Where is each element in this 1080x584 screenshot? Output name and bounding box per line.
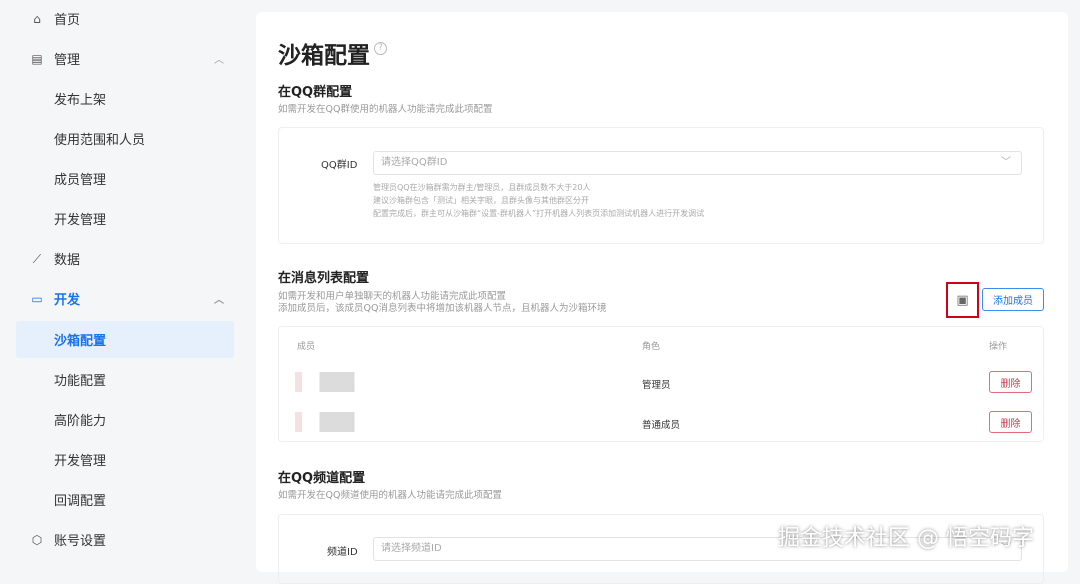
- chart-icon: ⟋: [32, 251, 42, 266]
- role: 普通成员: [642, 420, 681, 431]
- qq-group-tips: 管理员QQ在沙箱群需为群主/管理员，且群成员数不大于20人 建议沙箱群包含「测试…: [373, 181, 704, 220]
- qq-group-label: QQ群ID: [321, 160, 358, 171]
- document-icon: ▤: [31, 51, 43, 66]
- sidebar-item-advanced[interactable]: 高阶能力: [16, 401, 234, 438]
- chevron-up-icon: ︿: [214, 295, 224, 306]
- channel-desc: 如需开发在QQ频道使用的机器人功能请完成此项配置: [278, 490, 502, 501]
- table-row: 普通成员 删除: [279, 402, 1045, 442]
- delete-button[interactable]: 删除: [989, 371, 1032, 393]
- role: 管理员: [642, 380, 671, 391]
- sidebar-item-home[interactable]: ⌂ 首页: [16, 0, 234, 37]
- col-member: 成员: [297, 342, 316, 352]
- qq-group-box: QQ群ID 请选择QQ群ID ﹀ 管理员QQ在沙箱群需为群主/管理员，且群成员数不…: [278, 127, 1044, 244]
- col-action: 操作: [989, 342, 1008, 352]
- sidebar-item-manage[interactable]: ▤ 管理 ︿: [16, 40, 234, 77]
- sidebar-item-dev-manage-2[interactable]: 开发管理: [16, 441, 234, 478]
- sidebar-item-members[interactable]: 成员管理: [16, 160, 234, 197]
- sidebar-item-callback[interactable]: 回调配置: [16, 481, 234, 518]
- main-panel: 沙箱配置 ? 在QQ群配置 如需开发在QQ群使用的机器人功能请完成此项配置 QQ…: [256, 12, 1068, 584]
- tip: 配置完成后，群主可从沙箱群“设置-群机器人”打开机器人列表页添加测试机器人进行开…: [373, 209, 705, 218]
- placeholder: 请选择频道ID: [381, 543, 442, 554]
- delete-button[interactable]: 删除: [989, 411, 1032, 433]
- label: 管理: [54, 53, 81, 68]
- sidebar-item-publish[interactable]: 发布上架: [16, 80, 234, 117]
- add-member-button[interactable]: 添加成员: [982, 288, 1044, 311]
- tip: 建议沙箱群包含「测试」相关字眼，且群头像与其他群区分开: [373, 196, 589, 205]
- sidebar-item-features[interactable]: 功能配置: [16, 361, 234, 398]
- channel-title: 在QQ频道配置: [278, 471, 366, 486]
- member-avatar: [295, 372, 365, 392]
- qq-group-desc: 如需开发在QQ群使用的机器人功能请完成此项配置: [278, 104, 493, 115]
- account-icon: ⬡: [31, 532, 43, 547]
- col-role: 角色: [642, 342, 661, 352]
- sidebar-item-sandbox[interactable]: 沙箱配置: [16, 321, 234, 358]
- label: 首页: [54, 13, 81, 28]
- sidebar-item-dev-manage[interactable]: 开发管理: [16, 200, 234, 237]
- placeholder: 请选择QQ群ID: [381, 157, 448, 168]
- label: 账号设置: [54, 534, 107, 549]
- desc-line: 添加成员后，该成员QQ消息列表中将增加该机器人节点，且机器人为沙箱环境: [278, 303, 607, 314]
- member-avatar: [295, 412, 365, 432]
- sidebar: ⌂ 首页 ▤ 管理 ︿ 发布上架 使用范围和人员 成员管理 开发管理 ⟋ 数据 ▭ 开发 ︿…: [0, 0, 245, 565]
- label: 开发: [54, 293, 81, 308]
- qq-group-title: 在QQ群配置: [278, 85, 353, 100]
- watermark: 掘金技术社区 @ 悟空码字: [778, 526, 1034, 551]
- channel-label: 频道ID: [327, 547, 358, 558]
- desc-line: 如需开发和用户单独聊天的机器人功能请完成此项配置: [278, 291, 507, 302]
- sidebar-item-develop[interactable]: ▭ 开发 ︿: [16, 280, 234, 317]
- chevron-up-icon: ︿: [214, 55, 224, 66]
- home-icon: ⌂: [33, 11, 41, 26]
- page-title: 沙箱配置: [278, 43, 370, 69]
- chevron-down-icon: ﹀: [1001, 157, 1011, 168]
- qrcode-icon[interactable]: ▣: [946, 282, 979, 318]
- tip: 管理员QQ在沙箱群需为群主/管理员，且群成员数不大于20人: [373, 183, 591, 192]
- message-list-desc: 如需开发和用户单独聊天的机器人功能请完成此项配置 添加成员后，该成员QQ消息列表…: [278, 291, 606, 315]
- sidebar-item-account[interactable]: ⬡ 账号设置: [16, 521, 234, 558]
- table-row: 管理员 删除: [279, 362, 1045, 402]
- members-table: 成员 角色 操作 管理员 删除 普通成员 删除: [278, 326, 1044, 442]
- qq-group-select[interactable]: 请选择QQ群ID ﹀: [373, 151, 1022, 175]
- message-list-title: 在消息列表配置: [278, 271, 370, 286]
- sidebar-item-data[interactable]: ⟋ 数据: [16, 240, 234, 277]
- label: 数据: [54, 253, 81, 268]
- sidebar-item-scope[interactable]: 使用范围和人员: [16, 120, 234, 157]
- help-icon[interactable]: ?: [374, 42, 387, 55]
- monitor-icon: ▭: [31, 291, 43, 306]
